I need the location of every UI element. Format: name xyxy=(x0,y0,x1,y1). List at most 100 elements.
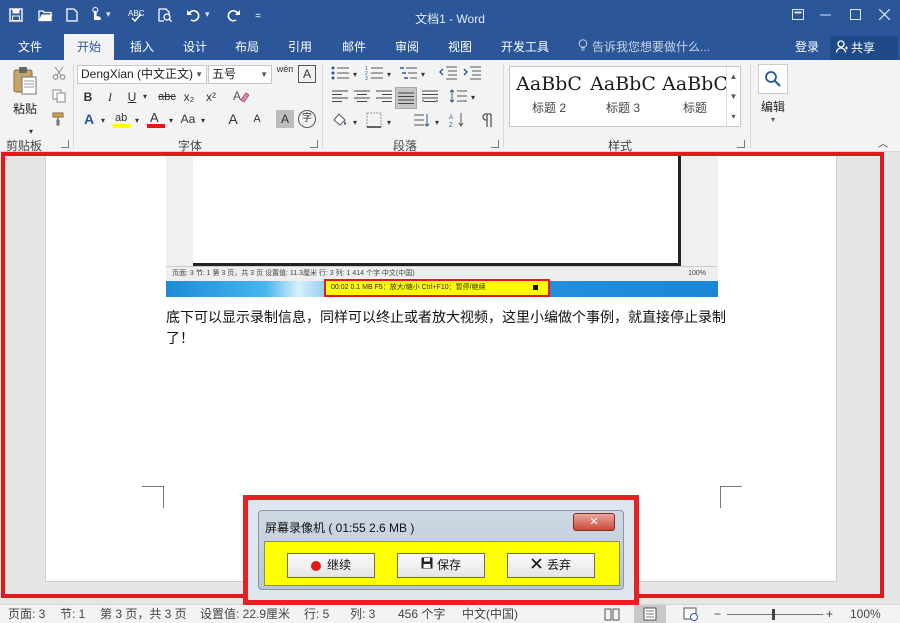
font-color-dropdown-icon[interactable]: ▾ xyxy=(166,112,176,130)
ribbon-display-icon[interactable] xyxy=(788,6,808,26)
maximize-icon[interactable] xyxy=(845,6,865,26)
align-left-icon[interactable] xyxy=(330,89,350,107)
tab-view[interactable]: 视图 xyxy=(436,34,484,60)
paste-button[interactable]: 粘贴 xyxy=(8,64,42,120)
clear-formatting-icon[interactable]: A xyxy=(232,88,250,106)
multilevel-list-icon[interactable] xyxy=(398,66,418,84)
styles-launcher-icon[interactable] xyxy=(737,140,745,148)
bold-button[interactable]: B xyxy=(80,88,96,106)
text-effects-button[interactable]: A xyxy=(80,110,98,128)
discard-button[interactable]: 丢弃 xyxy=(507,553,595,578)
login-link[interactable]: 登录 xyxy=(795,34,819,60)
style-heading-3[interactable]: AaBbC 标题 3 xyxy=(586,73,660,116)
styles-scroll-up-icon[interactable]: ▲ xyxy=(726,67,740,87)
status-column[interactable]: 列: 3 xyxy=(350,605,375,623)
bullets-icon[interactable] xyxy=(330,66,350,84)
tab-home[interactable]: 开始 xyxy=(64,34,114,60)
cut-icon[interactable] xyxy=(50,66,68,84)
chinese-layout-icon[interactable] xyxy=(412,112,432,130)
numbering-dropdown-icon[interactable]: ▾ xyxy=(384,66,394,84)
zoom-in-button[interactable]: + xyxy=(826,605,833,623)
font-size-select[interactable]: 五号 ▼ xyxy=(208,65,272,84)
tab-file[interactable]: 文件 xyxy=(6,34,54,60)
status-language[interactable]: 中文(中国) xyxy=(462,605,518,623)
subscript-button[interactable]: x₂ xyxy=(180,88,198,106)
text-effects-dropdown-icon[interactable]: ▾ xyxy=(98,112,108,130)
multilevel-dropdown-icon[interactable]: ▾ xyxy=(418,66,428,84)
sort-icon[interactable]: AZ xyxy=(448,112,468,130)
chinese-layout-dropdown-icon[interactable]: ▾ xyxy=(432,114,442,132)
align-right-icon[interactable] xyxy=(374,89,394,107)
status-line[interactable]: 行: 5 xyxy=(304,605,329,623)
paragraph-launcher-icon[interactable] xyxy=(491,140,499,148)
borders-icon[interactable] xyxy=(364,112,384,130)
grow-font-button[interactable]: A xyxy=(224,110,242,128)
print-layout-icon[interactable] xyxy=(634,605,666,623)
style-heading-2[interactable]: AaBbC 标题 2 xyxy=(512,73,586,116)
styles-gallery[interactable]: AaBbC 标题 2 AaBbC 标题 3 AaBbC 标题 ▲ ▼ ▾ xyxy=(509,66,741,127)
font-color-icon[interactable]: A xyxy=(146,110,166,128)
tab-developer[interactable]: 开发工具 xyxy=(494,34,556,60)
borders-dropdown-icon[interactable]: ▾ xyxy=(384,114,394,132)
recorder-close-button[interactable]: ✕ xyxy=(573,513,615,531)
tab-review[interactable]: 审阅 xyxy=(382,34,432,60)
distributed-icon[interactable] xyxy=(420,89,440,107)
tab-layout[interactable]: 布局 xyxy=(224,34,270,60)
highlight-dropdown-icon[interactable]: ▾ xyxy=(132,112,142,130)
shading-icon[interactable] xyxy=(330,112,350,130)
zoom-slider-thumb[interactable] xyxy=(772,609,775,620)
share-button[interactable]: 共享 xyxy=(830,36,898,60)
styles-more-icon[interactable]: ▾ xyxy=(726,107,740,127)
enclose-characters-button[interactable]: 字 xyxy=(298,110,316,128)
status-words[interactable]: 456 个字 xyxy=(398,605,445,623)
tell-me-box[interactable]: 告诉我您想要做什么... xyxy=(578,34,710,60)
copy-icon[interactable] xyxy=(50,89,68,107)
zoom-out-button[interactable]: − xyxy=(714,605,721,623)
font-launcher-icon[interactable] xyxy=(310,140,318,148)
format-painter-icon[interactable] xyxy=(50,112,68,130)
strikethrough-button[interactable]: abc xyxy=(156,88,178,106)
tab-insert[interactable]: 插入 xyxy=(118,34,166,60)
style-title[interactable]: AaBbC 标题 xyxy=(658,73,732,116)
styles-scroll-down-icon[interactable]: ▼ xyxy=(726,87,740,107)
superscript-button[interactable]: x² xyxy=(202,88,220,106)
underline-dropdown-icon[interactable]: ▾ xyxy=(140,88,150,106)
character-border-button[interactable]: A xyxy=(298,65,316,83)
status-pages[interactable]: 第 3 页，共 3 页 xyxy=(100,605,187,623)
line-spacing-dropdown-icon[interactable]: ▾ xyxy=(468,89,478,107)
embedded-screenshot[interactable]: 页面: 3 节: 1 第 3 页，共 3 页 设置值: 11.3厘米 行: 3 … xyxy=(166,152,718,297)
tab-design[interactable]: 设计 xyxy=(170,34,220,60)
change-case-dropdown-icon[interactable]: ▾ xyxy=(198,112,208,130)
justify-icon[interactable] xyxy=(395,87,417,109)
status-position[interactable]: 设置值: 22.9厘米 xyxy=(200,605,290,623)
underline-button[interactable]: U xyxy=(124,88,140,106)
web-layout-icon[interactable] xyxy=(683,607,699,623)
save-button[interactable]: 保存 xyxy=(397,553,485,578)
tab-mailings[interactable]: 邮件 xyxy=(330,34,378,60)
status-section[interactable]: 节: 1 xyxy=(60,605,85,623)
screen-recorder-dialog[interactable]: 屏幕录像机 ( 01:55 2.6 MB ) ✕ 继续 保存 丢弃 xyxy=(258,510,624,590)
tab-references[interactable]: 引用 xyxy=(276,34,324,60)
character-shading-button[interactable]: A xyxy=(276,110,294,128)
bullets-dropdown-icon[interactable]: ▾ xyxy=(350,66,360,84)
shading-dropdown-icon[interactable]: ▾ xyxy=(350,114,360,132)
show-marks-icon[interactable] xyxy=(480,112,496,130)
minimize-icon[interactable] xyxy=(815,6,835,26)
numbering-icon[interactable]: 123 xyxy=(364,66,384,84)
clipboard-launcher-icon[interactable] xyxy=(61,140,69,148)
phonetic-guide-button[interactable]: wén xyxy=(276,65,294,83)
increase-indent-icon[interactable] xyxy=(462,66,482,84)
change-case-button[interactable]: Aa xyxy=(178,110,198,128)
continue-button[interactable]: 继续 xyxy=(287,553,375,578)
status-page[interactable]: 页面: 3 xyxy=(8,605,45,623)
shrink-font-button[interactable]: A xyxy=(248,110,266,128)
line-spacing-icon[interactable] xyxy=(448,89,468,107)
close-icon[interactable] xyxy=(874,6,894,26)
highlight-icon[interactable]: ab xyxy=(112,110,132,128)
read-mode-icon[interactable] xyxy=(604,607,620,623)
decrease-indent-icon[interactable] xyxy=(438,66,458,84)
document-paragraph[interactable]: 底下可以显示录制信息，同样可以终止或者放大视频，这里小编做个事例，就直接停止录制… xyxy=(166,308,726,350)
italic-button[interactable]: I xyxy=(102,88,118,106)
zoom-slider[interactable] xyxy=(727,614,823,615)
align-center-icon[interactable] xyxy=(352,89,372,107)
